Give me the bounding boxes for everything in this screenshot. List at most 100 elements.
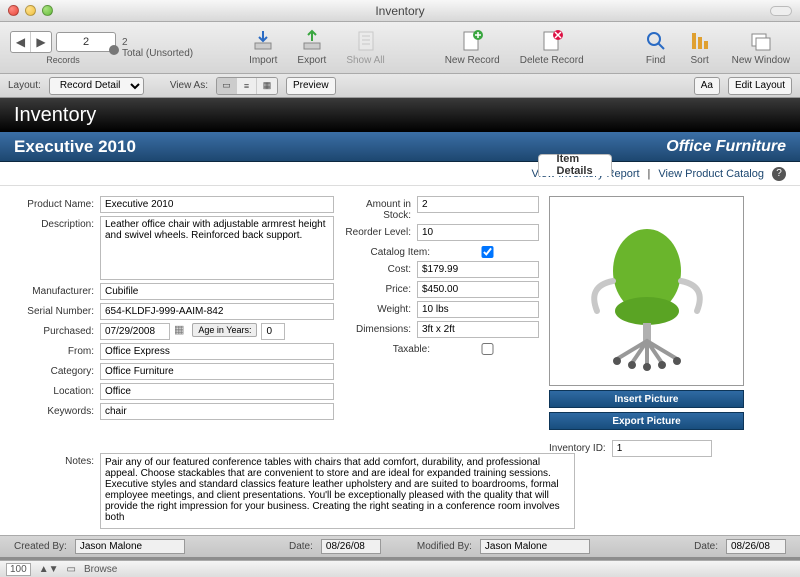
location-label: Location: — [14, 383, 100, 397]
taxable-label: Taxable: — [344, 341, 436, 355]
import-icon — [251, 29, 275, 53]
notes-row: Notes: Pair any of our featured conferen… — [14, 453, 575, 529]
dimensions-field[interactable] — [417, 321, 539, 338]
catalog-item-checkbox[interactable] — [436, 246, 539, 258]
slider-knob-icon[interactable] — [109, 45, 119, 55]
dimensions-label: Dimensions: — [344, 321, 417, 335]
keywords-field[interactable] — [100, 403, 334, 420]
view-form-icon[interactable]: ▭ — [217, 78, 237, 94]
insert-picture-button[interactable]: Insert Picture — [549, 390, 744, 408]
record-number-field[interactable]: 2 — [56, 32, 116, 52]
show-all-icon — [354, 29, 378, 53]
edit-layout-button[interactable]: Edit Layout — [728, 77, 792, 95]
taxable-checkbox[interactable] — [436, 343, 539, 355]
reorder-level-field[interactable] — [417, 224, 539, 241]
zoom-level[interactable]: 100 — [6, 563, 31, 576]
delete-record-button[interactable]: Delete Record — [520, 29, 584, 66]
cost-field[interactable] — [417, 261, 539, 278]
from-label: From: — [14, 343, 100, 357]
weight-label: Weight: — [344, 301, 417, 315]
layout-label: Layout: — [8, 80, 41, 91]
next-record-icon[interactable]: ▶ — [31, 32, 51, 52]
manufacturer-label: Manufacturer: — [14, 283, 100, 297]
mode-label: Browse — [84, 564, 117, 575]
preview-button[interactable]: Preview — [286, 77, 336, 95]
window-title: Inventory — [0, 4, 800, 18]
view-table-icon[interactable]: ▦ — [257, 78, 277, 94]
amount-in-stock-label: Amount in Stock: — [344, 196, 417, 221]
show-all-button[interactable]: Show All — [346, 29, 384, 66]
notes-field[interactable]: Pair any of our featured conference tabl… — [100, 453, 575, 529]
chair-icon — [567, 211, 727, 371]
tab-item-details[interactable]: Item Details — [538, 154, 612, 176]
view-as-toggle[interactable]: ▭ ≡ ▦ — [216, 77, 278, 95]
content-area: Inventory Executive 2010 Office Furnitur… — [0, 98, 800, 560]
export-button[interactable]: Export — [297, 29, 326, 66]
view-product-catalog-link[interactable]: View Product Catalog — [658, 168, 764, 180]
keywords-label: Keywords: — [14, 403, 100, 417]
page-title: Inventory — [0, 98, 800, 132]
serial-field[interactable] — [100, 303, 334, 320]
manufacturer-field[interactable] — [100, 283, 334, 300]
location-field[interactable] — [100, 383, 334, 400]
total-count: 2 — [122, 37, 128, 48]
help-icon[interactable]: ? — [772, 167, 786, 181]
price-field[interactable] — [417, 281, 539, 298]
picture-column: Insert Picture Export Picture Inventory … — [549, 196, 744, 529]
record-meta-footer: Created By: Date: Modified By: Date: — [0, 535, 800, 557]
new-window-button[interactable]: New Window — [732, 29, 790, 66]
view-as-label: View As: — [170, 80, 208, 91]
modified-date-field — [726, 539, 786, 554]
record-banner: Executive 2010 Office Furniture — [0, 132, 800, 162]
purchased-label: Purchased: — [14, 323, 100, 337]
reorder-level-label: Reorder Level: — [344, 224, 417, 238]
from-field[interactable] — [100, 343, 334, 360]
inventory-id-field[interactable] — [612, 440, 712, 457]
zoom-controls-icon[interactable]: ▲▼ — [39, 564, 59, 575]
total-label: Total (Unsorted) — [122, 48, 193, 59]
created-date-field — [321, 539, 381, 554]
status-bar: 100 ▲▼ ▭ Browse — [0, 560, 800, 577]
prev-record-icon[interactable]: ◀ — [11, 32, 31, 52]
amount-in-stock-field[interactable] — [417, 196, 539, 213]
item-details-panel: Product Name: Description:Leather office… — [0, 186, 800, 535]
layout-tool-icon[interactable]: ▭ — [66, 564, 75, 575]
import-button[interactable]: Import — [249, 29, 277, 66]
calendar-icon[interactable]: ▦ — [174, 323, 184, 336]
notes-label: Notes: — [14, 453, 100, 529]
view-list-icon[interactable]: ≡ — [237, 78, 257, 94]
find-button[interactable]: Find — [644, 29, 668, 66]
product-image[interactable] — [549, 196, 744, 386]
record-number-value: 2 — [83, 36, 89, 48]
price-label: Price: — [344, 281, 417, 295]
modified-by-label: Modified By: — [417, 541, 472, 552]
category-field[interactable] — [100, 363, 334, 380]
text-size-button[interactable]: Aa — [694, 77, 720, 95]
created-by-label: Created By: — [14, 541, 67, 552]
layout-bar: Layout: Record Detail View As: ▭ ≡ ▦ Pre… — [0, 74, 800, 98]
weight-field[interactable] — [417, 301, 539, 318]
age-in-years-button[interactable]: Age in Years: — [192, 323, 257, 337]
new-record-button[interactable]: New Record — [445, 29, 500, 66]
delete-record-icon — [540, 29, 564, 53]
product-name-label: Product Name: — [14, 196, 100, 210]
record-navigator: ◀ ▶ 2 Records 2 Total (Unsorted) — [10, 31, 193, 65]
record-total: 2 Total (Unsorted) — [122, 37, 193, 59]
find-icon — [644, 29, 668, 53]
serial-label: Serial Number: — [14, 303, 100, 317]
sort-button[interactable]: Sort — [688, 29, 712, 66]
catalog-item-label: Catalog Item: — [344, 244, 436, 258]
records-label: Records — [46, 55, 80, 65]
layout-select[interactable]: Record Detail — [49, 77, 144, 95]
purchased-field[interactable] — [100, 323, 170, 340]
export-picture-button[interactable]: Export Picture — [549, 412, 744, 430]
links-row: Item Details View Inventory Report | Vie… — [0, 162, 800, 186]
age-field[interactable] — [261, 323, 285, 340]
new-window-icon — [749, 29, 773, 53]
category-label: Category: — [14, 363, 100, 377]
modified-date-label: Date: — [694, 541, 718, 552]
description-field[interactable]: Leather office chair with adjustable arm… — [100, 216, 334, 280]
product-name-field[interactable] — [100, 196, 334, 213]
nav-arrows[interactable]: ◀ ▶ — [10, 31, 52, 53]
record-category: Office Furniture — [666, 138, 786, 156]
